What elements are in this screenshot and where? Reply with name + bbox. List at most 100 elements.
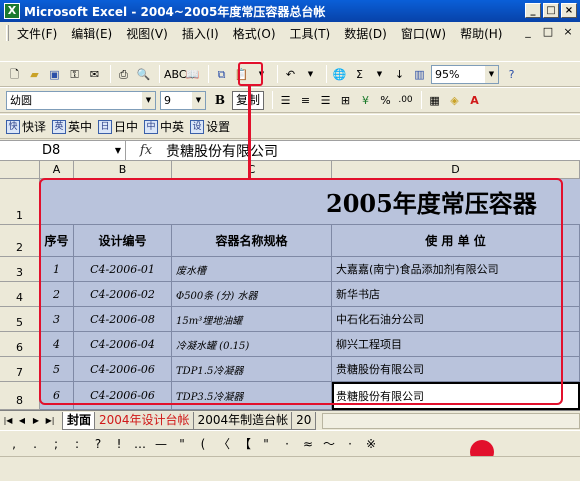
chevron-down-icon[interactable]: ▼: [485, 65, 498, 83]
menu-window[interactable]: 窗口(W): [401, 25, 446, 42]
table-cell[interactable]: C4-2006-01: [74, 257, 172, 282]
new-icon[interactable]: 🗋: [6, 66, 23, 83]
table-cell[interactable]: 6: [40, 382, 74, 410]
chinese-english-button[interactable]: 中 中英: [144, 118, 184, 135]
chart-icon[interactable]: ▥: [411, 66, 428, 83]
insert-function-icon[interactable]: fx: [126, 143, 166, 158]
symbol-button[interactable]: ～: [321, 435, 337, 452]
symbol-button[interactable]: ?: [90, 437, 106, 451]
table-cell[interactable]: 中石化石油分公司: [332, 307, 580, 332]
currency-icon[interactable]: ¥: [357, 92, 374, 109]
workbook-minimize-button[interactable]: _: [522, 25, 534, 38]
percent-icon[interactable]: %: [377, 92, 394, 109]
symbol-button[interactable]: !: [111, 437, 127, 451]
undo-dropdown-icon[interactable]: ▼: [302, 66, 319, 83]
table-cell[interactable]: 贵糖股份有限公司: [332, 357, 580, 382]
permission-icon[interactable]: ⚿: [66, 66, 83, 83]
select-all-corner[interactable]: [0, 161, 40, 179]
excel-icon[interactable]: X: [4, 3, 20, 19]
translate-quick-button[interactable]: 快 快译: [6, 118, 46, 135]
header-cell-vessel-name[interactable]: 容器名称规格: [172, 225, 332, 257]
bold-button[interactable]: B: [210, 91, 230, 110]
japanese-chinese-button[interactable]: 日 日中: [98, 118, 138, 135]
font-color-icon[interactable]: A: [466, 92, 483, 109]
zoom-combo[interactable]: 95% ▼: [431, 64, 499, 84]
menu-file[interactable]: 文件(F): [17, 25, 57, 42]
borders-icon[interactable]: ▦: [426, 92, 443, 109]
row-header-3[interactable]: 3: [0, 257, 40, 282]
font-combo[interactable]: 幼圆 ▼: [6, 90, 156, 110]
symbol-button[interactable]: ≈: [300, 437, 316, 451]
table-cell[interactable]: 新华书店: [332, 282, 580, 307]
menu-format[interactable]: 格式(O): [233, 25, 276, 42]
symbol-button[interactable]: ※: [363, 437, 379, 451]
row-header-7[interactable]: 7: [0, 357, 40, 382]
row-header-6[interactable]: 6: [0, 332, 40, 357]
row-header-2[interactable]: 2: [0, 225, 40, 257]
menu-help[interactable]: 帮助(H): [460, 25, 502, 42]
menu-edit[interactable]: 编辑(E): [71, 25, 112, 42]
first-sheet-button[interactable]: |◀: [2, 416, 14, 425]
symbol-button[interactable]: (: [195, 437, 211, 451]
column-header-d[interactable]: D: [332, 161, 580, 179]
font-size-combo[interactable]: 9 ▼: [160, 90, 206, 110]
menu-tools[interactable]: 工具(T): [290, 25, 331, 42]
formula-input[interactable]: 贵糖股份有限公司: [166, 141, 278, 161]
align-left-icon[interactable]: ☰: [277, 92, 294, 109]
symbol-button[interactable]: ": [258, 437, 274, 451]
row-header-5[interactable]: 5: [0, 307, 40, 332]
prev-sheet-button[interactable]: ◀: [16, 416, 28, 425]
table-cell[interactable]: 3: [40, 307, 74, 332]
paste-icon[interactable]: 📋: [233, 66, 250, 83]
header-cell-user-unit[interactable]: 使 用 单 位: [332, 225, 580, 257]
minimize-button[interactable]: _: [525, 3, 541, 18]
symbol-button[interactable]: ;: [48, 437, 64, 451]
hyperlink-icon[interactable]: 🌐: [331, 66, 348, 83]
maximize-button[interactable]: □: [543, 3, 559, 18]
research-icon[interactable]: 📖: [184, 66, 201, 83]
table-cell[interactable]: 柳兴工程项目: [332, 332, 580, 357]
chevron-down-icon[interactable]: ▼: [142, 91, 155, 109]
settings-button[interactable]: 设 设置: [190, 118, 230, 135]
symbol-button[interactable]: ·: [279, 437, 295, 451]
symbol-button[interactable]: .: [27, 437, 43, 451]
table-cell[interactable]: C4-2006-02: [74, 282, 172, 307]
sheet-tab-cover[interactable]: 封面: [62, 411, 97, 430]
table-cell[interactable]: 2: [40, 282, 74, 307]
menu-insert[interactable]: 插入(I): [182, 25, 219, 42]
symbol-button[interactable]: ,: [6, 437, 22, 451]
undo-icon[interactable]: ↶: [282, 66, 299, 83]
symbol-button[interactable]: 〈: [216, 435, 232, 452]
email-icon[interactable]: ✉: [86, 66, 103, 83]
workbook-restore-button[interactable]: □: [542, 25, 554, 38]
autosum-icon[interactable]: Σ: [351, 66, 368, 83]
menu-data[interactable]: 数据(D): [344, 25, 387, 42]
column-header-c[interactable]: C: [172, 161, 332, 179]
worksheet-grid[interactable]: A B C D 1 2 3 4 5 6 7 8 2005年度常压容器 序号 设计…: [0, 161, 580, 410]
decimal-icon[interactable]: .00: [397, 92, 414, 109]
workbook-close-button[interactable]: ×: [562, 25, 574, 38]
table-cell[interactable]: Φ500条 (分) 水器: [172, 282, 332, 307]
symbol-button[interactable]: ": [174, 437, 190, 451]
header-cell-design-no[interactable]: 设计编号: [74, 225, 172, 257]
column-header-b[interactable]: B: [74, 161, 172, 179]
sheet-title-cell[interactable]: 2005年度常压容器: [40, 179, 580, 225]
symbol-button[interactable]: ·: [342, 437, 358, 451]
row-header-1[interactable]: 1: [0, 179, 40, 225]
chevron-down-icon[interactable]: ▼: [192, 91, 205, 109]
table-cell[interactable]: 废水槽: [172, 257, 332, 282]
open-icon[interactable]: ▰: [26, 66, 43, 83]
table-cell[interactable]: 4: [40, 332, 74, 357]
table-cell[interactable]: C4-2006-08: [74, 307, 172, 332]
align-center-icon[interactable]: ≡: [297, 92, 314, 109]
horizontal-scrollbar[interactable]: [322, 412, 580, 429]
row-header-4[interactable]: 4: [0, 282, 40, 307]
sheet-tab-2004-manufacture[interactable]: 2004年制造台帐: [192, 411, 294, 430]
table-cell[interactable]: C4-2006-06: [74, 382, 172, 410]
help-icon[interactable]: ?: [503, 66, 520, 83]
table-cell[interactable]: 5: [40, 357, 74, 382]
table-cell[interactable]: 冷凝水罐 (0.15): [172, 332, 332, 357]
sort-icon[interactable]: ↓: [391, 66, 408, 83]
save-icon[interactable]: ▣: [46, 66, 63, 83]
name-box[interactable]: D8 ▼: [0, 141, 126, 160]
